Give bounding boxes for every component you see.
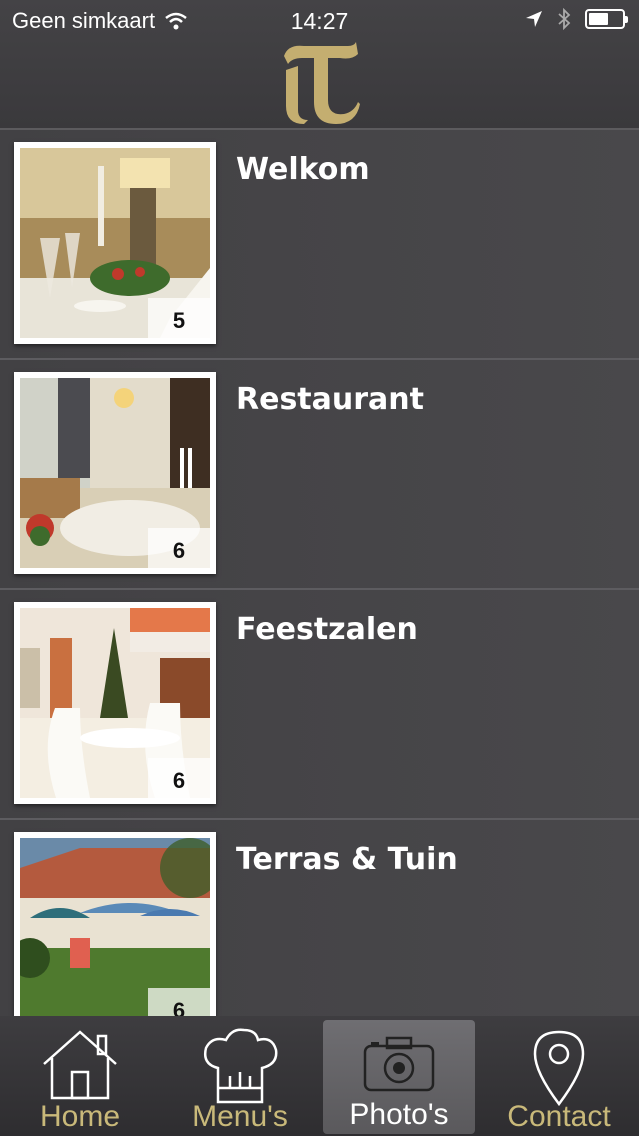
item-title: Welkom (236, 152, 370, 187)
thumbnail: 5 (14, 142, 216, 344)
item-title: Feestzalen (236, 612, 418, 647)
gallery-list: 5 Welkom 6 Restaurant 6 Feestzalen 6 Ter… (0, 130, 639, 1016)
bluetooth-icon (558, 8, 571, 30)
location-arrow-icon (526, 11, 542, 27)
map-pin-icon (533, 1030, 585, 1106)
thumbnail: 6 (14, 372, 216, 574)
photo-count-badge: 6 (148, 988, 210, 1016)
item-title: Terras & Tuin (236, 842, 458, 877)
tab-label: Photo's (349, 1098, 449, 1131)
list-item[interactable]: 6 Restaurant (0, 360, 639, 590)
tab-photos[interactable]: Photo's (323, 1020, 475, 1134)
tab-label: Home (39, 1100, 121, 1133)
thumbnail: 6 (14, 602, 216, 804)
chef-hat-icon (204, 1028, 278, 1104)
photo-count-badge: 5 (148, 298, 210, 338)
tab-home[interactable]: Home (0, 1016, 160, 1136)
photo-count-badge: 6 (148, 528, 210, 568)
tab-menus[interactable]: Menu's (160, 1016, 320, 1136)
list-item[interactable]: 6 Feestzalen (0, 590, 639, 820)
list-item[interactable]: 6 Terras & Tuin (0, 820, 639, 1016)
item-title: Restaurant (236, 382, 424, 417)
camera-icon (363, 1036, 435, 1092)
tab-label: Menu's (192, 1100, 288, 1133)
battery-icon (585, 9, 628, 29)
tab-label: Contact (507, 1100, 611, 1133)
house-icon (43, 1030, 117, 1100)
status-bar: Geen simkaart 14:27 (0, 0, 639, 40)
list-item[interactable]: 5 Welkom (0, 130, 639, 360)
tab-bar: Home Menu's Photo's Contact (0, 1016, 639, 1136)
tab-contact[interactable]: Contact (479, 1016, 639, 1136)
thumbnail: 6 (14, 832, 216, 1016)
photo-count-badge: 6 (148, 758, 210, 798)
logo (278, 40, 360, 131)
